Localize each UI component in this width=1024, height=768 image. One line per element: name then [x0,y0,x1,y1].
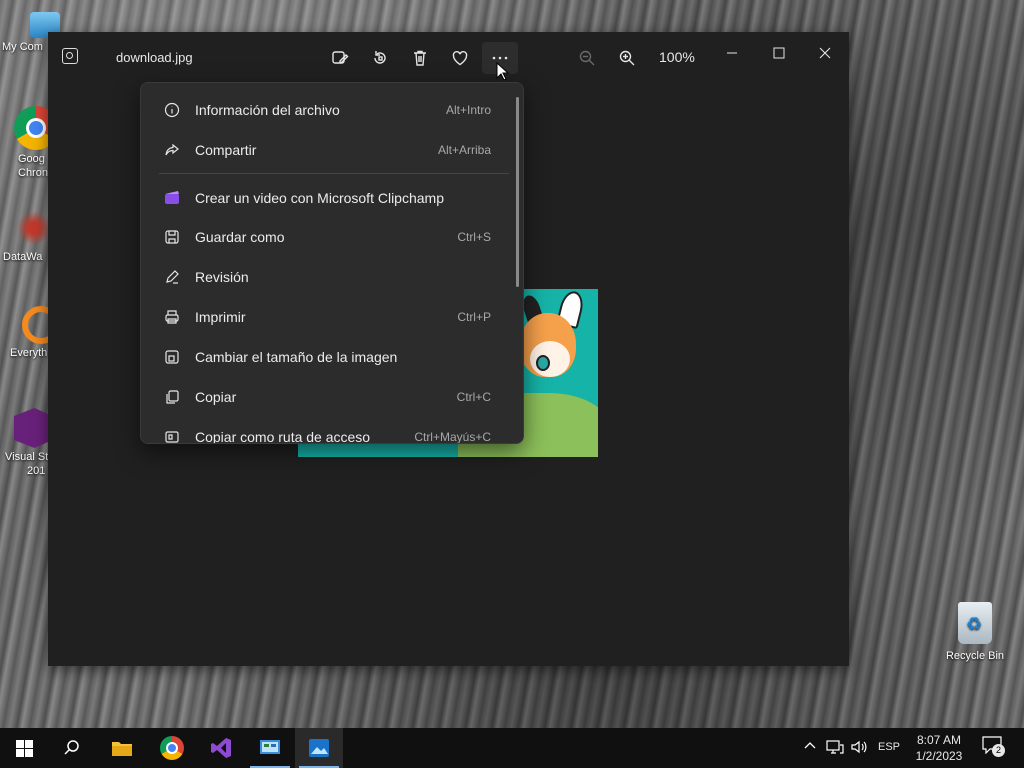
mouse-cursor-icon [496,62,510,81]
minimize-icon [727,52,737,54]
start-icon [15,739,33,757]
chrome-icon [160,736,184,760]
notifications-button[interactable]: 2 [982,736,1006,760]
network-icon [826,740,844,754]
info-icon [163,101,181,119]
visual-studio-icon [14,408,48,448]
zoom-in-icon [619,50,635,66]
search-icon [64,740,79,755]
taskbar-file-explorer[interactable] [98,728,146,768]
menu-item-shortcut: Ctrl+S [457,230,491,244]
edit-image-button[interactable] [322,42,358,74]
search-button[interactable] [48,728,96,768]
taskbar-visual-studio[interactable] [197,728,245,768]
clock[interactable]: 8:07 AM 1/2/2023 [900,732,978,764]
zoom-out-icon [579,50,595,66]
menu-item-label: Compartir [195,142,257,158]
menu-item-label: Imprimir [195,309,246,325]
clock-date: 1/2/2023 [915,749,963,763]
menu-scrollbar[interactable] [516,97,519,287]
start-button[interactable] [0,728,48,768]
photos-icon [309,739,329,757]
menu-item-share[interactable]: Compartir Alt+Arriba [145,131,513,169]
menu-item-save-as[interactable]: Guardar como Ctrl+S [145,218,513,256]
edit-image-icon [332,51,349,64]
delete-button[interactable] [402,42,438,74]
control-panel-icon [260,740,280,754]
menu-item-resize-image[interactable]: Cambiar el tamaño de la imagen [145,338,513,376]
menu-item-copy[interactable]: Copiar Ctrl+C [145,378,513,416]
taskbar: ESP 8:07 AM 1/2/2023 2 [0,728,1024,768]
rotate-icon [374,51,386,64]
menu-item-print[interactable]: Imprimir Ctrl+P [145,298,513,336]
recycle-bin-label: Recycle Bin [945,650,1005,662]
visual-studio-icon [211,738,231,758]
clock-time: 8:07 AM [916,733,962,747]
taskbar-chrome[interactable] [148,728,196,768]
menu-item-shortcut: Alt+Intro [445,103,491,117]
notification-count-badge: 2 [992,744,1005,757]
desktop-icon-recycle-bin[interactable]: Recycle Bin [942,602,1008,662]
save-icon [163,228,181,246]
volume-button[interactable] [850,739,868,758]
favorite-icon [452,50,468,66]
print-icon [163,308,181,326]
resize-icon [163,348,181,366]
taskbar-control-panel[interactable] [246,728,294,768]
close-icon [819,47,831,59]
menu-item-label: Información del archivo [195,102,340,118]
taskbar-photos[interactable] [295,728,343,768]
file-name: download.jpg [116,50,193,65]
file-explorer-icon [112,742,132,756]
more-options-menu: Información del archivo Alt+Intro Compar… [140,82,524,444]
copy-path-icon [163,428,181,443]
menu-separator [159,173,509,174]
zoom-in-button[interactable] [609,42,645,74]
title-bar: download.jpg 100% [48,32,849,82]
minimize-button[interactable] [712,38,752,68]
menu-item-shortcut: Ctrl+P [457,310,491,324]
menu-item-file-info[interactable]: Información del archivo Alt+Intro [145,91,513,129]
photos-window: download.jpg 100% Información del archiv… [48,32,849,666]
menu-item-clipchamp[interactable]: Crear un video con Microsoft Clipchamp [145,179,513,217]
photos-app-icon [62,48,78,64]
show-hidden-icons-button[interactable] [804,739,816,755]
input-language-indicator[interactable]: ESP [878,741,900,753]
menu-item-shortcut: Ctrl+C [456,390,491,404]
menu-item-label: Copiar como ruta de acceso [195,429,371,444]
favorite-button[interactable] [442,42,478,74]
network-button[interactable] [826,739,844,758]
menu-item-shortcut: Alt+Arriba [437,143,491,157]
share-icon [163,141,181,159]
menu-item-label: Copiar [195,389,237,405]
menu-item-label: Revisión [195,269,249,285]
close-button[interactable] [805,38,845,68]
character-eye [536,355,550,371]
menu-item-label: Cambiar el tamaño de la imagen [195,349,398,365]
zoom-out-button[interactable] [569,42,605,74]
menu-item-markup[interactable]: Revisión [145,258,513,296]
menu-item-shortcut: Ctrl+Mayús+C [414,430,491,444]
zoom-level[interactable]: 100% [659,49,695,65]
menu-item-label: Guardar como [195,229,285,245]
clipchamp-icon [163,189,181,207]
copy-icon [163,388,181,406]
menu-item-label: Crear un video con Microsoft Clipchamp [195,190,444,206]
delete-icon [414,50,426,66]
maximize-icon [773,47,785,59]
chevron-up-icon [804,742,816,749]
menu-item-copy-as-path[interactable]: Copiar como ruta de acceso Ctrl+Mayús+C [145,418,513,444]
speaker-icon [851,740,867,754]
maximize-button[interactable] [759,38,799,68]
recycle-bin-icon [958,602,992,644]
markup-icon [163,268,181,286]
rotate-button[interactable] [362,42,398,74]
